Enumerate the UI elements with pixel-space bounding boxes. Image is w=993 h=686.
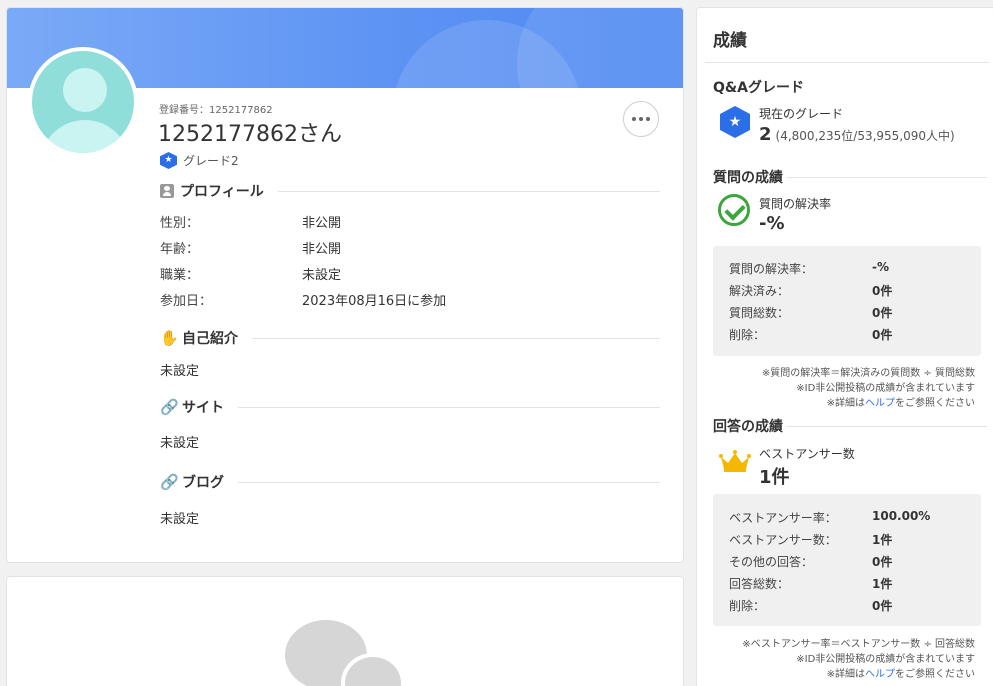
section-title: ブログ <box>182 475 224 491</box>
field-label: 職業： <box>160 268 200 283</box>
section-title: サイト <box>182 400 224 416</box>
stat-label: 削除： <box>729 599 766 613</box>
avatar-body <box>40 120 130 153</box>
stat-value: -% <box>872 260 890 274</box>
crown-icon <box>719 450 751 472</box>
site-value: 未設定 <box>160 436 200 451</box>
field-label: 参加日： <box>160 294 213 309</box>
grade-number: 2 <box>759 124 772 145</box>
field-value: 未設定 <box>302 268 342 283</box>
divider <box>277 190 660 192</box>
answers-heading: 回答の成績 <box>713 419 783 435</box>
answer-note-help: ※詳細はヘルプをご参照ください <box>827 665 975 680</box>
banner-decoration <box>517 8 683 88</box>
results-panel: 成績 Q&Aグレード ★ 現在のグレード 2 (4,800,235位/53,955… <box>696 7 993 686</box>
divider <box>705 62 989 63</box>
help-link[interactable]: ヘルプ <box>865 398 895 409</box>
grade-rank: (4,800,235位/53,955,090人中) <box>775 129 955 143</box>
stat-label: ベストアンサー数： <box>729 533 837 547</box>
section-intro-header: ✋ 自己紹介 <box>160 328 660 348</box>
divider <box>787 426 987 427</box>
registration-number: 登録番号：1252177862 <box>159 105 273 116</box>
divider <box>238 406 660 408</box>
stat-label: 削除： <box>729 328 766 342</box>
stat-value: 1件 <box>872 533 893 547</box>
stat-label: 解決済み： <box>729 284 790 298</box>
stat-value: 0件 <box>872 306 893 320</box>
note-text: ※詳細は <box>826 669 865 680</box>
stat-value: 0件 <box>872 555 893 569</box>
stat-value: 0件 <box>872 599 893 613</box>
section-title: 自己紹介 <box>182 331 238 347</box>
question-note-help: ※詳細はヘルプをご参照ください <box>827 394 975 409</box>
section-blog-header: 🔗 ブログ <box>160 472 660 492</box>
section-title: プロフィール <box>180 184 264 200</box>
current-grade-label: 現在のグレード <box>759 107 844 121</box>
field-value: 非公開 <box>302 242 342 257</box>
stat-label: 質問の解決率： <box>729 262 814 276</box>
question-note-formula: ※質問の解決率＝解決済みの質問数 ÷ 質問総数 <box>761 368 975 379</box>
intro-value: 未設定 <box>160 364 200 379</box>
link-icon: 🔗 <box>160 398 179 416</box>
answer-note-formula: ※ベストアンサー率＝ベストアンサー数 ÷ 回答総数 <box>742 639 975 650</box>
field-value: 非公開 <box>302 216 342 231</box>
question-stats-box: 質問の解決率： -% 解決済み： 0件 質問総数： 0件 削除： 0件 <box>713 246 981 356</box>
stat-label: その他の回答： <box>729 555 814 569</box>
grade-label: グレード2 <box>183 154 239 168</box>
divider <box>252 337 660 339</box>
note-text: をご参照ください <box>895 398 975 409</box>
field-label: 性別： <box>160 216 200 231</box>
grade-badge: ★ グレード2 <box>160 152 239 169</box>
star-hexagon-icon: ★ <box>720 106 750 138</box>
stat-value: 0件 <box>872 328 893 342</box>
section-site-header: 🔗 サイト <box>160 397 660 417</box>
avatar-head <box>63 68 107 112</box>
best-answer-label: ベストアンサー数 <box>759 447 855 461</box>
more-options-button[interactable] <box>623 101 659 137</box>
stat-value: 1件 <box>872 577 893 591</box>
field-label: 年齢： <box>160 242 200 257</box>
more-horizontal-icon <box>646 117 650 121</box>
star-hexagon-icon: ★ <box>160 152 177 169</box>
section-profile-header: プロフィール <box>160 181 660 201</box>
question-rate-label: 質問の解決率 <box>759 197 832 211</box>
divider <box>787 177 987 178</box>
hand-icon: ✋ <box>160 329 179 347</box>
avatar <box>28 47 138 157</box>
stat-value: 0件 <box>872 284 893 298</box>
questions-heading: 質問の成績 <box>713 170 783 186</box>
empty-state-card <box>6 576 684 686</box>
help-link[interactable]: ヘルプ <box>865 669 895 680</box>
person-card-icon <box>160 184 174 198</box>
stat-label: ベストアンサー率： <box>729 511 837 525</box>
stat-label: 回答総数： <box>729 577 790 591</box>
link-icon: 🔗 <box>160 473 179 491</box>
stat-value: 100.00% <box>872 509 931 523</box>
qa-grade-heading: Q&Aグレード <box>713 80 804 96</box>
more-horizontal-icon <box>639 117 643 121</box>
blog-value: 未設定 <box>160 512 200 527</box>
profile-card: 登録番号：1252177862 1252177862さん ★ グレード2 プロフ… <box>6 7 684 563</box>
results-title: 成績 <box>713 31 747 51</box>
best-answer-value: 1件 <box>759 467 790 488</box>
check-circle-icon <box>718 194 750 226</box>
stat-label: 質問総数： <box>729 306 790 320</box>
field-value: 2023年08月16日に参加 <box>302 294 447 309</box>
note-text: をご参照ください <box>895 669 975 680</box>
question-note-private: ※ID非公開投稿の成績が含まれています <box>796 383 975 394</box>
current-grade-value: 2 (4,800,235位/53,955,090人中) <box>759 124 955 145</box>
more-horizontal-icon <box>632 117 636 121</box>
divider <box>238 481 660 483</box>
question-rate-value: -% <box>759 213 785 234</box>
note-text: ※詳細は <box>826 398 865 409</box>
user-name: 1252177862さん <box>158 122 342 147</box>
answer-note-private: ※ID非公開投稿の成績が含まれています <box>796 654 975 665</box>
answer-stats-box: ベストアンサー率： 100.00% ベストアンサー数： 1件 その他の回答： 0… <box>713 494 981 626</box>
